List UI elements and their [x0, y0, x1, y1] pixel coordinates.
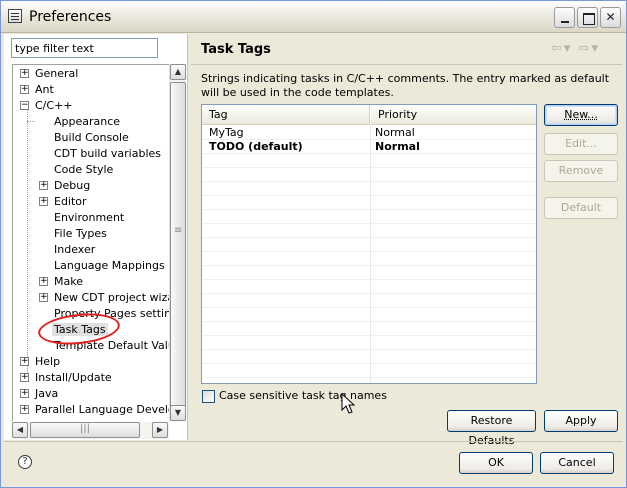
tree-item-code-style[interactable]: Code Style	[54, 162, 113, 178]
apply-button[interactable]: Apply	[544, 410, 618, 432]
expand-toggle-icon[interactable]: +	[20, 405, 29, 414]
empty-row	[202, 168, 536, 182]
preferences-app-icon	[8, 9, 22, 23]
new-button[interactable]: New...	[544, 104, 618, 126]
empty-row	[202, 350, 536, 364]
empty-row	[202, 294, 536, 308]
empty-row	[202, 308, 536, 322]
tree-vertical-scroll-thumb[interactable]	[170, 82, 186, 418]
tree-item-indexer[interactable]: Indexer	[54, 242, 95, 258]
expand-toggle-icon[interactable]: +	[20, 389, 29, 398]
expand-toggle-icon[interactable]: +	[39, 181, 48, 190]
empty-row	[202, 336, 536, 350]
tag-cell: TODO (default)	[209, 140, 303, 153]
scroll-up-icon[interactable]: ▲	[170, 64, 186, 80]
filter-input[interactable]	[11, 38, 158, 58]
task-tags-table[interactable]: Tag Priority MyTag Normal TODO (default)…	[201, 104, 537, 384]
priority-cell: Normal	[375, 126, 415, 139]
scroll-down-icon[interactable]: ▼	[170, 405, 186, 421]
empty-row	[202, 280, 536, 294]
minimize-button[interactable]	[554, 7, 575, 28]
tree-item-environment[interactable]: Environment	[54, 210, 124, 226]
empty-row	[202, 266, 536, 280]
tree-horizontal-scroll-thumb[interactable]: |||	[30, 422, 140, 438]
cancel-button[interactable]: Cancel	[540, 452, 614, 474]
mouse-cursor-icon	[341, 393, 356, 414]
tag-cell: MyTag	[209, 126, 244, 139]
help-icon[interactable]: ?	[18, 455, 32, 469]
edit-button[interactable]: Edit...	[544, 133, 618, 155]
title-bar[interactable]: Preferences ✕	[1, 1, 626, 33]
tree-connector	[27, 121, 35, 122]
empty-row	[202, 322, 536, 336]
window-title: Preferences	[29, 9, 112, 25]
page-title: Task Tags	[201, 42, 271, 57]
page-description: Strings indicating tasks in C/C++ commen…	[201, 72, 610, 99]
expand-toggle-icon[interactable]: +	[20, 357, 29, 366]
column-header-tag[interactable]: Tag	[202, 105, 370, 125]
header-separator	[191, 64, 622, 65]
preferences-tree: + General + Ant − C/C++ Appearance Build…	[12, 64, 169, 421]
empty-row	[202, 224, 536, 238]
tree-item-build-console[interactable]: Build Console	[54, 130, 129, 146]
expand-toggle-icon[interactable]: +	[20, 85, 29, 94]
tree-item-cdt-build-variables[interactable]: CDT build variables	[54, 146, 161, 162]
tree-item-file-types[interactable]: File Types	[54, 226, 107, 242]
tree-vertical-scrollbar[interactable]: ▲ ▼	[169, 64, 186, 422]
expand-toggle-icon[interactable]: +	[39, 293, 48, 302]
tree-connector	[27, 103, 28, 373]
restore-defaults-button[interactable]: Restore Defaults	[447, 410, 536, 447]
default-button[interactable]: Default	[544, 197, 618, 219]
priority-cell: Normal	[375, 140, 420, 153]
expand-toggle-icon[interactable]: +	[39, 197, 48, 206]
empty-row	[202, 238, 536, 252]
ok-button[interactable]: OK	[459, 452, 533, 474]
forward-arrow-icon[interactable]: ⇨▾	[579, 41, 600, 56]
expand-toggle-icon[interactable]: +	[39, 277, 48, 286]
preferences-window: Preferences ✕ + General + Ant − C/C++ Ap…	[0, 0, 627, 488]
column-header-priority[interactable]: Priority	[371, 105, 536, 125]
tree-horizontal-scrollbar[interactable]: ◀ ||| ▶	[12, 422, 169, 439]
case-sensitive-checkbox[interactable]	[202, 390, 215, 403]
empty-row	[202, 182, 536, 196]
expand-toggle-icon[interactable]: +	[20, 69, 29, 78]
history-navigation[interactable]: ⇦▾ ⇨▾	[551, 41, 600, 56]
table-row[interactable]: MyTag Normal	[202, 126, 536, 140]
case-sensitive-label[interactable]: Case sensitive task tag names	[219, 389, 387, 402]
scroll-left-icon[interactable]: ◀	[12, 422, 28, 438]
close-button[interactable]: ✕	[600, 7, 621, 28]
back-arrow-icon[interactable]: ⇦▾	[551, 41, 572, 56]
tree-item-language-mappings[interactable]: Language Mappings	[54, 258, 165, 274]
empty-row	[202, 364, 536, 378]
table-row[interactable]: TODO (default) Normal	[202, 140, 536, 154]
tree-item-appearance[interactable]: Appearance	[54, 114, 120, 130]
empty-row	[202, 196, 536, 210]
empty-row	[202, 252, 536, 266]
empty-row	[202, 154, 536, 168]
remove-button[interactable]: Remove	[544, 160, 618, 182]
scroll-right-icon[interactable]: ▶	[152, 422, 168, 438]
maximize-button[interactable]	[577, 7, 598, 28]
empty-row	[202, 210, 536, 224]
collapse-toggle-icon[interactable]: −	[20, 101, 29, 110]
footer-separator	[4, 441, 623, 442]
expand-toggle-icon[interactable]: +	[20, 373, 29, 382]
